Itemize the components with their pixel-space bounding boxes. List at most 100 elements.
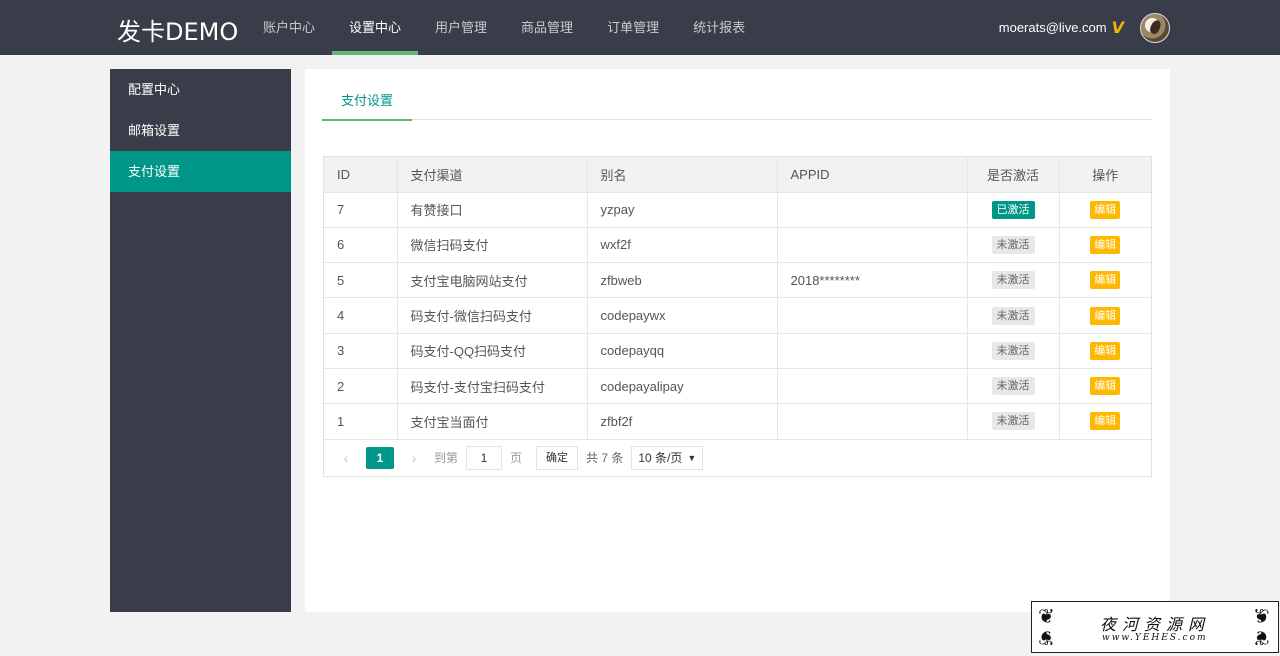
cell-alias: zfbweb <box>587 262 778 299</box>
table-row: 3 码支付-QQ扫码支付 codepayqq 未激活 编辑 <box>324 333 1151 369</box>
table-body: 7 有赞接口 yzpay 已激活 编辑 6 微信扫码支付 wxf2f 未激活 编辑 5 支付宝电脑网站… <box>324 192 1151 440</box>
cell-alias: codepayqq <box>587 333 778 369</box>
total-count: 共 7 条 <box>586 451 624 466</box>
watermark-url: www.YEHES.com <box>1102 633 1208 643</box>
status-badge: 未激活 <box>991 235 1035 254</box>
cell-active: 未激活 <box>967 297 1060 334</box>
avatar[interactable] <box>1140 12 1170 43</box>
prev-page-icon[interactable]: ‹ <box>332 450 360 466</box>
table-header-row: ID 支付渠道 别名 APPID 是否激活 操作 <box>324 157 1151 193</box>
column-header-alias[interactable]: 别名 <box>587 157 778 193</box>
sidebar-item-payment-settings[interactable]: 支付设置 <box>110 151 291 192</box>
edit-button[interactable]: 编辑 <box>1090 271 1121 290</box>
cell-appid <box>777 192 968 228</box>
table-row: 7 有赞接口 yzpay 已激活 编辑 <box>324 192 1151 228</box>
cell-active: 未激活 <box>967 368 1060 405</box>
column-header-appid[interactable]: APPID <box>777 157 968 193</box>
cell-appid: 2018******** <box>777 262 968 299</box>
status-badge: 未激活 <box>991 271 1035 290</box>
cell-channel: 码支付-QQ扫码支付 <box>397 333 588 369</box>
cell-channel: 微信扫码支付 <box>397 227 588 264</box>
cell-active: 未激活 <box>967 262 1060 299</box>
nav-order-management[interactable]: 订单管理 <box>590 0 676 55</box>
table-row: 4 码支付-微信扫码支付 codepaywx 未激活 编辑 <box>324 297 1151 334</box>
nav-product-management[interactable]: 商品管理 <box>504 0 590 55</box>
cell-id: 3 <box>324 333 398 369</box>
cell-appid <box>777 297 968 334</box>
edit-button[interactable]: 编辑 <box>1090 306 1121 325</box>
per-page-select[interactable]: 10 条/页 ▼ <box>631 445 704 470</box>
user-area: moerats@live.com V <box>999 0 1170 55</box>
cell-alias: wxf2f <box>587 227 778 264</box>
table-row: 1 支付宝当面付 zfbf2f 未激活 编辑 <box>324 403 1151 440</box>
confirm-button[interactable]: 确定 <box>536 445 579 470</box>
swirl-ornament-icon: ❦ <box>1253 604 1270 628</box>
column-header-id[interactable]: ID <box>324 157 398 193</box>
sidebar-item-email-settings[interactable]: 邮箱设置 <box>110 110 291 151</box>
goto-page-input[interactable] <box>466 445 503 470</box>
status-badge: 未激活 <box>991 341 1035 360</box>
edit-button[interactable]: 编辑 <box>1090 377 1121 396</box>
cell-alias: codepayalipay <box>587 368 778 405</box>
cell-id: 2 <box>324 368 398 405</box>
user-email[interactable]: moerats@live.com <box>999 20 1107 35</box>
cell-action: 编辑 <box>1059 368 1151 405</box>
cell-appid <box>777 403 968 440</box>
cell-channel: 码支付-微信扫码支付 <box>397 297 588 334</box>
cell-action: 编辑 <box>1059 262 1151 299</box>
cell-id: 7 <box>324 192 398 228</box>
page-unit-label: 页 <box>510 451 523 466</box>
current-page-button[interactable]: 1 <box>366 446 394 469</box>
table-row: 2 码支付-支付宝扫码支付 codepayalipay 未激活 编辑 <box>324 368 1151 405</box>
status-badge: 未激活 <box>991 306 1035 325</box>
caret-down-icon: ▼ <box>687 452 697 463</box>
cell-id: 5 <box>324 262 398 299</box>
cell-action: 编辑 <box>1059 403 1151 440</box>
nav-user-management[interactable]: 用户管理 <box>418 0 504 55</box>
cell-alias: yzpay <box>587 192 778 228</box>
cell-id: 1 <box>324 403 398 440</box>
nav-account-center[interactable]: 账户中心 <box>246 0 332 55</box>
cell-active: 未激活 <box>967 333 1060 369</box>
watermark-title: 夜河资源网 <box>1100 615 1211 634</box>
cell-channel: 支付宝当面付 <box>397 403 588 440</box>
cell-appid <box>777 227 968 264</box>
cell-alias: codepaywx <box>587 297 778 334</box>
edit-button[interactable]: 编辑 <box>1090 235 1121 254</box>
swirl-ornament-icon: ❦ <box>1038 604 1055 628</box>
main-panel: 支付设置 ID 支付渠道 别名 APPID 是否激活 操作 7 有赞接口 yzpay… <box>305 69 1170 612</box>
cell-alias: zfbf2f <box>587 403 778 440</box>
status-badge: 未激活 <box>991 412 1035 431</box>
cell-action: 编辑 <box>1059 227 1151 264</box>
table-row: 6 微信扫码支付 wxf2f 未激活 编辑 <box>324 227 1151 264</box>
status-badge: 未激活 <box>991 377 1035 396</box>
tab-payment-settings[interactable]: 支付设置 <box>322 83 413 121</box>
next-page-icon[interactable]: › <box>400 450 428 466</box>
sidebar-item-config-center[interactable]: 配置中心 <box>110 69 291 110</box>
watermark-logo: ❦ ❦ 夜河资源网 www.YEHES.com ❦ ❦ <box>1031 601 1279 653</box>
edit-button[interactable]: 编辑 <box>1090 200 1121 219</box>
app-logo[interactable]: 发卡DEMO <box>117 12 238 47</box>
column-header-action: 操作 <box>1059 157 1151 193</box>
cell-channel: 有赞接口 <box>397 192 588 228</box>
swirl-ornament-icon: ❦ <box>1253 626 1270 650</box>
cell-channel: 码支付-支付宝扫码支付 <box>397 368 588 405</box>
sidebar: 配置中心 邮箱设置 支付设置 <box>110 69 291 612</box>
cell-id: 6 <box>324 227 398 264</box>
cell-channel: 支付宝电脑网站支付 <box>397 262 588 299</box>
status-badge: 已激活 <box>991 200 1035 219</box>
top-nav: 账户中心 设置中心 用户管理 商品管理 订单管理 统计报表 <box>246 0 762 55</box>
goto-label: 到第 <box>434 451 459 466</box>
cell-appid <box>777 333 968 369</box>
edit-button[interactable]: 编辑 <box>1090 341 1121 360</box>
column-header-active[interactable]: 是否激活 <box>967 157 1060 193</box>
vip-icon: V <box>1111 18 1124 37</box>
nav-statistics-report[interactable]: 统计报表 <box>676 0 762 55</box>
nav-settings-center[interactable]: 设置中心 <box>332 0 419 55</box>
edit-button[interactable]: 编辑 <box>1090 412 1121 431</box>
cell-id: 4 <box>324 297 398 334</box>
table-row: 5 支付宝电脑网站支付 zfbweb 2018******** 未激活 编辑 <box>324 262 1151 299</box>
cell-active: 未激活 <box>967 403 1060 440</box>
column-header-channel[interactable]: 支付渠道 <box>397 157 588 193</box>
cell-action: 编辑 <box>1059 297 1151 334</box>
